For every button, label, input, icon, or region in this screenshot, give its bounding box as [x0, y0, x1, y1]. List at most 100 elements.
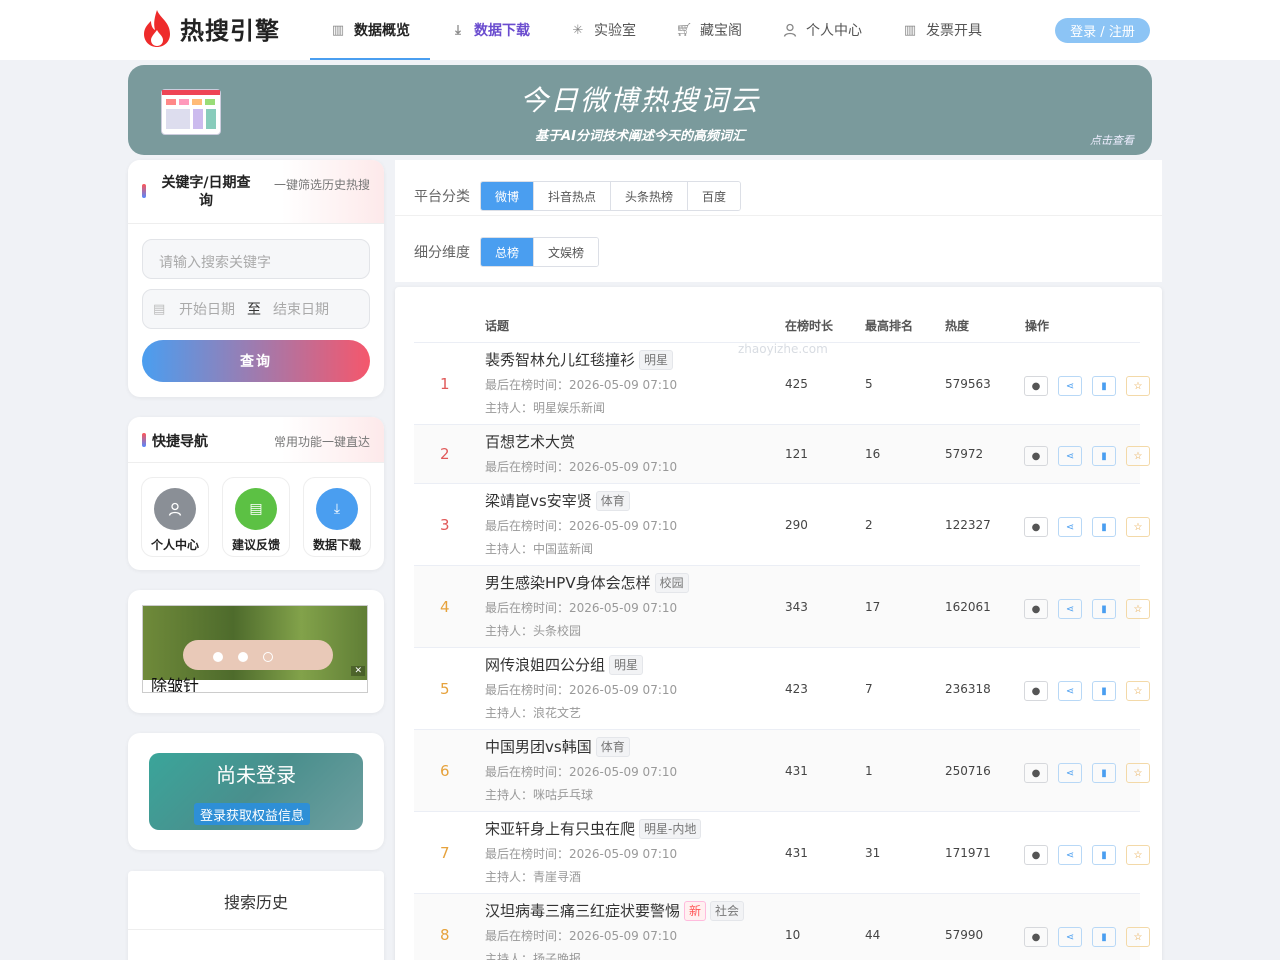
dimension-filter: 细分维度 总榜 文娱榜 — [414, 237, 600, 267]
quick-nav-feedback-label: 建议反馈 — [231, 538, 280, 552]
star-icon[interactable]: ☆ — [1126, 763, 1150, 783]
nav-treasure-label: 藏宝阁 — [700, 23, 742, 39]
heat-value: 57990 — [945, 928, 984, 942]
quick-nav-profile[interactable]: 个人中心 — [141, 477, 209, 557]
wordcloud-banner[interactable]: 今日微博热搜词云 基于AI分词技术阐述今天的高频词汇 点击查看 — [128, 65, 1152, 155]
info-icon[interactable]: ● — [1024, 517, 1048, 537]
category-tag: 校园 — [654, 572, 689, 593]
nav-lab[interactable]: ✳ 实验室 — [550, 0, 656, 60]
share-icon[interactable]: ⋖ — [1058, 517, 1082, 537]
nav-download[interactable]: ⤓ 数据下载 — [430, 0, 550, 60]
host-name: 主持人：咪咕乒乓球 — [485, 788, 594, 802]
quick-nav-feedback[interactable]: ▤ 建议反馈 — [222, 477, 290, 557]
ad-image[interactable]: 除皱针 ✕ — [142, 605, 368, 693]
carousel-dot[interactable] — [263, 652, 273, 662]
share-icon[interactable]: ⋖ — [1058, 446, 1082, 466]
star-icon[interactable]: ☆ — [1126, 927, 1150, 947]
info-icon[interactable]: ● — [1024, 599, 1048, 619]
category-tag: 体育 — [595, 736, 630, 757]
platform-baidu[interactable]: 百度 — [688, 182, 741, 210]
login-promo-panel[interactable]: 尚未登录 登录获取权益信息 — [149, 753, 363, 830]
login-button[interactable]: 登录 / 注册 — [1055, 18, 1150, 43]
chart-icon[interactable]: ▮ — [1092, 376, 1116, 396]
info-icon[interactable]: ● — [1024, 763, 1048, 783]
topic-title[interactable]: 裴秀智林允儿红毯撞衫 — [485, 349, 635, 370]
share-icon[interactable]: ⋖ — [1058, 927, 1082, 947]
ad-close-icon[interactable]: ✕ — [351, 666, 365, 676]
download-icon: ⤓ — [455, 22, 461, 38]
chart-icon[interactable]: ▮ — [1092, 845, 1116, 865]
rank-number: 8 — [440, 926, 450, 944]
table-icon: ▥ — [903, 22, 917, 38]
table-row[interactable]: 2 百想艺术大赏 最后在榜时间：2026-05-09 07:10 121 16 57972… — [414, 425, 1150, 484]
platform-weibo[interactable]: 微博 — [481, 182, 535, 210]
carousel-dot[interactable] — [213, 652, 223, 662]
end-date-field[interactable]: 结束日期 — [273, 299, 329, 319]
table-row[interactable]: 7 宋亚轩身上有只虫在爬 明星-内地 最后在榜时间：2026-05-09 07:10 主… — [414, 812, 1150, 894]
table-row[interactable]: 3 梁靖崑vs安宰贤 体育 最后在榜时间：2026-05-09 07:10 主持人：中国… — [414, 484, 1150, 566]
banner-more-link[interactable]: 点击查看 — [1090, 132, 1134, 148]
chart-icon[interactable]: ▮ — [1092, 927, 1116, 947]
share-icon[interactable]: ⋖ — [1058, 599, 1082, 619]
share-icon[interactable]: ⋖ — [1058, 845, 1082, 865]
dimension-entertainment[interactable]: 文娱榜 — [534, 238, 599, 266]
logo[interactable]: 热搜引擎 — [140, 8, 280, 48]
login-benefit-button[interactable]: 登录获取权益信息 — [194, 803, 311, 825]
chart-icon[interactable]: ▮ — [1092, 681, 1116, 701]
topic-title[interactable]: 汉坦病毒三痛三红症状要警惕 — [485, 900, 680, 921]
info-icon[interactable]: ● — [1024, 376, 1048, 396]
col-ops: 操作 — [1025, 319, 1050, 333]
ad-photo-figure — [183, 640, 333, 670]
row-actions: ● ⋖ ▮ ☆ — [1024, 681, 1150, 701]
start-date-field[interactable]: 开始日期 — [179, 299, 235, 319]
last-seen-time: 最后在榜时间：2026-05-09 07:10 — [485, 519, 678, 533]
nav-profile[interactable]: 个人中心 — [762, 0, 882, 60]
info-icon[interactable]: ● — [1024, 845, 1048, 865]
platform-filter: 平台分类 微博 抖音热点 头条热榜 百度 — [414, 181, 742, 211]
nav-download-label: 数据下载 — [474, 23, 530, 39]
carousel-dot[interactable] — [238, 652, 248, 662]
dimension-total[interactable]: 总榜 — [481, 238, 535, 266]
max-rank-value: 16 — [865, 447, 881, 461]
table-row[interactable]: 5 网传浪姐四公分组 明星 最后在榜时间：2026-05-09 07:10 主持人：浪花… — [414, 648, 1150, 730]
star-icon[interactable]: ☆ — [1126, 517, 1150, 537]
star-icon[interactable]: ☆ — [1126, 845, 1150, 865]
star-icon[interactable]: ☆ — [1126, 681, 1150, 701]
topic-title[interactable]: 男生感染HPV身体会怎样 — [485, 572, 651, 593]
divider — [128, 929, 384, 930]
info-icon[interactable]: ● — [1024, 681, 1048, 701]
query-button[interactable]: 查询 — [142, 340, 370, 382]
topic-title[interactable]: 网传浪姐四公分组 — [485, 654, 605, 675]
table-row[interactable]: 6 中国男团vs韩国 体育 最后在榜时间：2026-05-09 07:10 主持人：咪咕… — [414, 730, 1150, 812]
keyword-input[interactable]: 请输入搜索关键字 — [142, 239, 370, 279]
col-heat: 热度 — [945, 319, 970, 333]
info-icon[interactable]: ● — [1024, 927, 1048, 947]
star-icon[interactable]: ☆ — [1126, 599, 1150, 619]
chart-icon[interactable]: ▮ — [1092, 517, 1116, 537]
star-icon[interactable]: ☆ — [1126, 446, 1150, 466]
date-range-picker[interactable]: ▤ 开始日期 至 结束日期 — [142, 289, 370, 329]
platform-douyin[interactable]: 抖音热点 — [534, 182, 612, 210]
topic-cell: 百想艺术大赏 — [485, 431, 575, 452]
info-icon[interactable]: ● — [1024, 446, 1048, 466]
chart-icon[interactable]: ▮ — [1092, 446, 1116, 466]
chart-icon[interactable]: ▮ — [1092, 599, 1116, 619]
share-icon[interactable]: ⋖ — [1058, 376, 1082, 396]
topic-title[interactable]: 宋亚轩身上有只虫在爬 — [485, 818, 635, 839]
quick-nav-download[interactable]: ⤓ 数据下载 — [303, 477, 371, 557]
table-row[interactable]: 8 汉坦病毒三痛三红症状要警惕新社会 最后在榜时间：2026-05-09 07:10… — [414, 894, 1150, 960]
rank-number: 1 — [440, 375, 450, 393]
history-card-title: 搜索历史 — [223, 893, 288, 912]
nav-overview[interactable]: ▥ 数据概览 — [310, 0, 430, 60]
share-icon[interactable]: ⋖ — [1058, 681, 1082, 701]
topic-title[interactable]: 中国男团vs韩国 — [485, 736, 592, 757]
platform-toutiao[interactable]: 头条热榜 — [611, 182, 689, 210]
chart-icon[interactable]: ▮ — [1092, 763, 1116, 783]
nav-treasure[interactable]: 🛒︎ 藏宝阁 — [656, 0, 762, 60]
share-icon[interactable]: ⋖ — [1058, 763, 1082, 783]
topic-title[interactable]: 百想艺术大赏 — [485, 431, 575, 452]
nav-invoice[interactable]: ▥ 发票开具 — [882, 0, 1002, 60]
star-icon[interactable]: ☆ — [1126, 376, 1150, 396]
table-row[interactable]: 4 男生感染HPV身体会怎样 校园 最后在榜时间：2026-05-09 07:10 主持… — [414, 566, 1150, 648]
topic-title[interactable]: 梁靖崑vs安宰贤 — [485, 490, 592, 511]
